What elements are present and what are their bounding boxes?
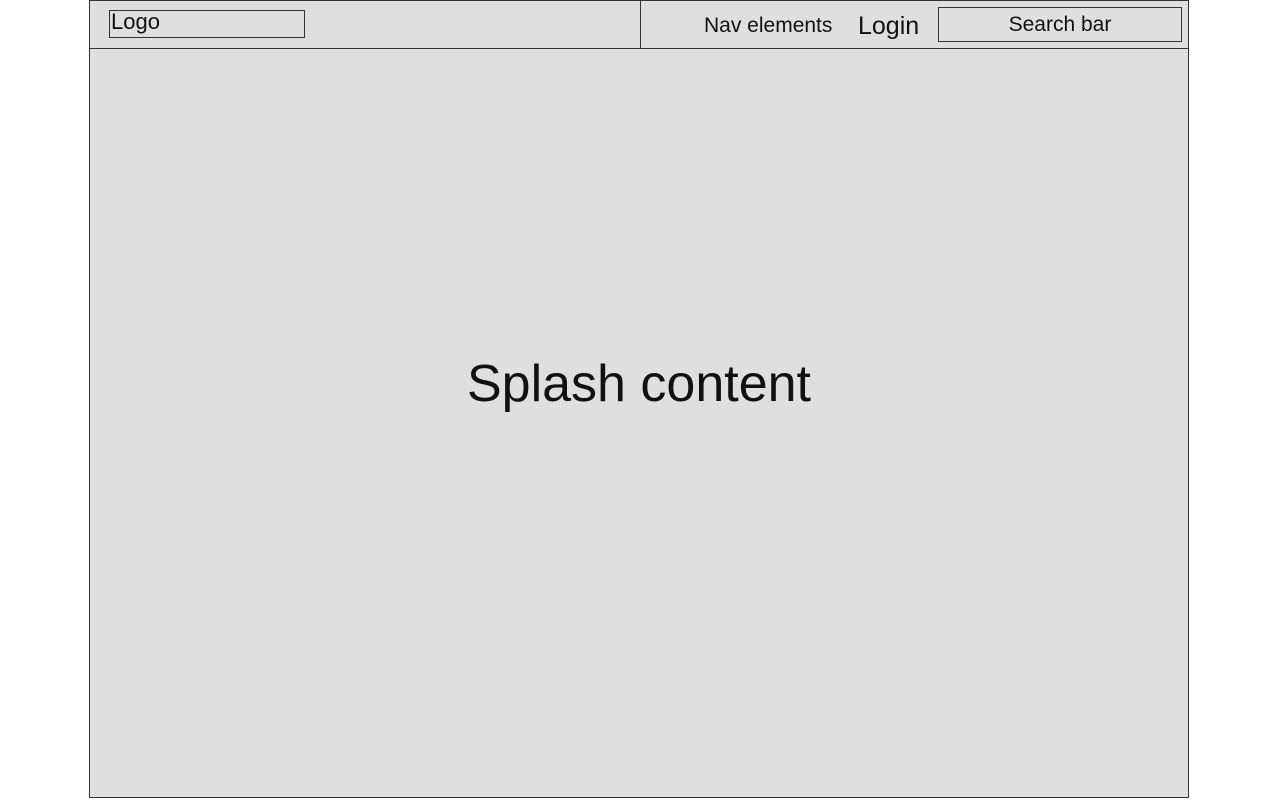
header-divider	[640, 1, 641, 49]
search-input[interactable]	[938, 7, 1182, 42]
page-frame: Logo Nav elements Login Splash content	[89, 0, 1189, 798]
splash-area: Splash content	[90, 49, 1188, 799]
nav-elements[interactable]: Nav elements	[704, 13, 832, 39]
logo[interactable]: Logo	[109, 10, 305, 38]
splash-content: Splash content	[466, 355, 812, 413]
login-link[interactable]: Login	[858, 10, 919, 42]
site-header: Logo Nav elements Login	[90, 1, 1188, 49]
